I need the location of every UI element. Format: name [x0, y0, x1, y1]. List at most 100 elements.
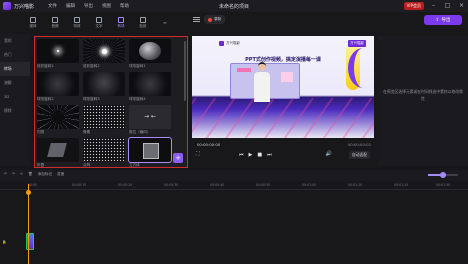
tab-transitions[interactable]: 转场 [110, 12, 132, 34]
transition-item[interactable]: 折叠 [37, 138, 79, 169]
transition-asset-panel: 炫彩旋转1 炫彩旋转2 球形旋转1 球形旋转2 球形旋转3 球形旋转4 闪现 像素 推拉（横向）… [34, 36, 188, 168]
transition-item[interactable]: 闪现 [37, 105, 79, 136]
ruler-tick: 00:01:00 [302, 183, 317, 187]
transition-caption: 折叠 [37, 163, 45, 167]
transition-item[interactable]: 像素 [83, 105, 125, 136]
menu-file[interactable]: 文件 [48, 3, 57, 9]
nav-item-dissolve[interactable]: 溶解 [0, 76, 30, 90]
transition-thumbnail [129, 105, 171, 129]
transition-item[interactable]: 球形旋转2 [37, 72, 79, 103]
transition-caption: 球形旋转1 [129, 64, 146, 68]
record-button[interactable]: 录制 [204, 15, 225, 24]
ruler-tick: 00:00:10 [72, 183, 87, 187]
transition-thumbnail [37, 72, 79, 96]
transition-grid: 炫彩旋转1 炫彩旋转2 球形旋转1 球形旋转2 球形旋转3 球形旋转4 闪现 像素 推拉（横向）… [37, 39, 183, 169]
transition-caption: 球形旋转2 [37, 97, 54, 101]
split-icon[interactable]: ✂ [20, 172, 23, 177]
tab-audio[interactable]: 音频 [44, 12, 66, 34]
transition-item[interactable]: 推拉（横向） [129, 105, 171, 136]
track-lock-icon[interactable]: 🔒 [2, 240, 6, 244]
transition-item[interactable]: 球形旋转4 [129, 72, 171, 103]
asset-category-tabs: 媒体 音频 特效 文字 转场 贴纸 ≫ [22, 12, 192, 34]
close-icon[interactable]: × [457, 1, 466, 10]
brand-logo-icon [219, 41, 224, 46]
transition-item[interactable]: 立方体 [128, 137, 172, 169]
menu-help[interactable]: 帮助 [120, 3, 129, 9]
minimize-icon[interactable]: – [429, 1, 438, 10]
chevron-right-icon: ≫ [163, 21, 167, 25]
transition-caption: 球形旋转4 [129, 97, 146, 101]
transition-thumbnail [83, 138, 125, 162]
ruler-tick: 00:01:30 [436, 183, 451, 187]
transition-caption: 炫彩旋转2 [83, 64, 100, 68]
transition-item[interactable]: 球形旋转1 [129, 39, 171, 70]
tab-more[interactable]: ≫ [154, 12, 176, 34]
preview-decor-arc [348, 48, 374, 88]
player-controls: 00:00:00:00 00:00:00:02 ⛶ ⏮ ▶ ■ ⏭ 🔊 自动适配 [192, 140, 374, 164]
timeline-tracks[interactable]: 🔒 [0, 190, 468, 264]
timeline-zoom-slider[interactable] [428, 172, 458, 178]
video-preview[interactable]: 万兴喵影 万兴喵影 PPT式创作视频，搞定演播每一课 [192, 36, 374, 138]
next-frame-icon[interactable]: ⏭ [267, 152, 272, 158]
transition-category-nav: 我的 热门 转场 溶解 3D 擦除 [0, 34, 30, 166]
volume-icon[interactable]: 🔊 [326, 151, 332, 157]
export-button[interactable]: ⇪ 导出 [424, 15, 462, 25]
nav-item-transitions[interactable]: 转场 [0, 62, 30, 76]
speed-button[interactable]: 变速 [57, 172, 64, 177]
transition-caption: 像素 [83, 130, 91, 134]
transition-item[interactable]: 炫彩旋转1 [37, 39, 79, 70]
zoom-handle[interactable] [440, 172, 446, 178]
vip-badge[interactable]: VIP会员 [403, 1, 424, 10]
menu-icon[interactable] [193, 17, 200, 22]
undo-icon[interactable]: ↶ [4, 172, 7, 177]
redo-icon[interactable]: ↷ [12, 172, 15, 177]
transition-thumbnail [83, 105, 125, 129]
timeline-toolbar: ↶ ↷ ✂ 🗑 添加标记 变速 [0, 170, 468, 181]
transition-caption: 炫彩旋转1 [37, 64, 54, 68]
transition-thumbnail [83, 72, 125, 96]
tab-effects[interactable]: 特效 [66, 12, 88, 34]
prev-frame-icon[interactable]: ⏮ [239, 152, 244, 158]
delete-icon[interactable]: 🗑 [28, 172, 33, 177]
current-timecode: 00:00:00:00 [197, 142, 221, 147]
transition-item[interactable]: 点阵 [83, 138, 125, 169]
transition-item[interactable]: 炫彩旋转2 [83, 39, 125, 70]
tab-media[interactable]: 媒体 [22, 12, 44, 34]
maximize-icon[interactable]: □ [443, 1, 452, 10]
transition-thumbnail [128, 137, 172, 163]
transition-thumbnail [37, 39, 79, 63]
preview-headline: PPT式创作视频，搞定演播每一课 [245, 57, 321, 63]
tab-stickers[interactable]: 贴纸 [132, 12, 154, 34]
toolbar-row: 媒体 音频 特效 文字 转场 贴纸 ≫ 录制 ⇪ 导出 [0, 12, 468, 34]
add-transition-button[interactable]: + [173, 153, 183, 163]
menu-export[interactable]: 导出 [84, 3, 93, 9]
add-marker-button[interactable]: 添加标记 [38, 172, 52, 177]
transition-caption: 闪现 [37, 130, 45, 134]
nav-item-3d[interactable]: 3D [0, 90, 30, 104]
menu-bar: 文件 编辑 导出 视图 帮助 [48, 3, 129, 9]
snapshot-icon[interactable]: ⛶ [196, 151, 200, 157]
menu-edit[interactable]: 编辑 [66, 3, 75, 9]
timeline-ruler[interactable]: 00:00 00:00:10 00:00:20 00:00:30 00:00:4… [0, 181, 468, 190]
menu-view[interactable]: 视图 [102, 3, 111, 9]
transition-item[interactable]: 球形旋转3 [83, 72, 125, 103]
total-timecode: 00:00:00:02 [347, 142, 371, 147]
asset-scrollbar[interactable] [184, 41, 186, 101]
playhead[interactable] [26, 184, 31, 264]
transition-thumbnail [129, 39, 171, 63]
tab-text[interactable]: 文字 [88, 12, 110, 34]
nav-item-wipe[interactable]: 擦除 [0, 104, 30, 118]
play-icon[interactable]: ▶ [249, 152, 253, 158]
stop-icon[interactable]: ■ [257, 152, 262, 158]
preview-stripes [192, 98, 374, 138]
transition-thumbnail [37, 138, 79, 162]
fit-mode-select[interactable]: 自动适配 [348, 151, 370, 159]
transition-caption: 推拉（横向） [129, 130, 151, 134]
export-icon: ⇪ [435, 17, 440, 23]
transition-thumbnail [83, 39, 125, 63]
nav-item-mine[interactable]: 我的 [0, 34, 30, 48]
transition-caption: 立方体 [129, 163, 140, 167]
title-bar: 万兴喵影 文件 编辑 导出 视图 帮助 未命名的项目 VIP会员 – □ × [0, 0, 468, 12]
ruler-tick: 00:00:40 [210, 183, 225, 187]
nav-item-popular[interactable]: 热门 [0, 48, 30, 62]
